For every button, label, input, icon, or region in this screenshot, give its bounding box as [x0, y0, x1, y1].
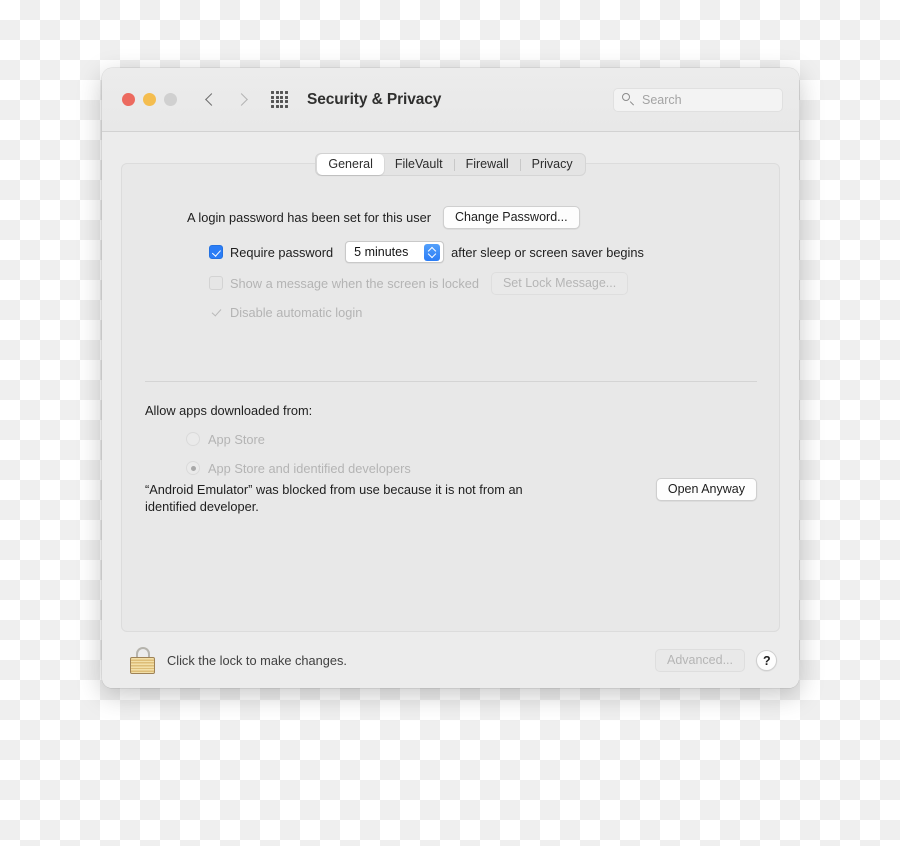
- require-password-delay-value: 5 minutes: [354, 245, 409, 259]
- search-icon: [622, 93, 635, 106]
- page-title: Security & Privacy: [307, 90, 442, 108]
- show-lock-message-checkbox: [209, 276, 223, 290]
- tab-privacy[interactable]: Privacy: [521, 154, 584, 175]
- require-password-checkbox[interactable]: [209, 245, 223, 259]
- tab-bar: General FileVault Firewall Privacy: [102, 153, 799, 176]
- tab-filevault[interactable]: FileVault: [384, 154, 454, 175]
- app-store-identified-developers-label: App Store and identified developers: [208, 460, 411, 476]
- login-password-row: A login password has been set for this u…: [187, 204, 755, 230]
- app-store-radio: [186, 432, 200, 446]
- padlock-body: [130, 656, 155, 674]
- lock-message-row: Show a message when the screen is locked…: [209, 271, 755, 295]
- search-placeholder: Search: [642, 92, 682, 107]
- padlock-icon[interactable]: [130, 646, 155, 674]
- help-button[interactable]: ?: [756, 649, 777, 671]
- forward-chevron-icon[interactable]: [235, 93, 249, 107]
- close-button[interactable]: [122, 93, 135, 106]
- app-store-label: App Store: [208, 431, 265, 447]
- advanced-button: Advanced...: [654, 648, 745, 672]
- stepper-chevrons-icon[interactable]: [424, 243, 441, 261]
- open-anyway-button[interactable]: Open Anyway: [655, 478, 757, 501]
- disable-auto-login-checkbox: [209, 305, 223, 319]
- window-body: General FileVault Firewall Privacy A log…: [102, 132, 799, 688]
- show-all-grid-icon[interactable]: [271, 91, 288, 108]
- search-field[interactable]: Search: [613, 87, 783, 112]
- general-settings-panel: A login password has been set for this u…: [121, 163, 780, 632]
- disable-auto-login-label: Disable automatic login: [230, 304, 363, 320]
- blocked-app-message: “Android Emulator” was blocked from use …: [145, 482, 523, 514]
- allow-apps-option-app-store: App Store: [186, 428, 757, 450]
- traffic-light-buttons: [122, 93, 177, 106]
- tab-firewall[interactable]: Firewall: [455, 154, 520, 175]
- section-divider: [145, 381, 757, 382]
- navigation-arrows: [204, 93, 249, 107]
- show-lock-message-label: Show a message when the screen is locked: [230, 275, 479, 291]
- tab-general[interactable]: General: [317, 154, 384, 175]
- require-password-row: Require password 5 minutes after sleep o…: [209, 240, 755, 264]
- zoom-button[interactable]: [164, 93, 177, 106]
- require-password-label: Require password: [230, 244, 334, 260]
- minimize-button[interactable]: [143, 93, 156, 106]
- change-password-button[interactable]: Change Password...: [443, 205, 580, 229]
- require-password-suffix: after sleep or screen saver begins: [451, 244, 644, 260]
- window-footer: Click the lock to make changes. Advanced…: [121, 632, 780, 688]
- security-privacy-window: Security & Privacy Search General FileVa…: [102, 68, 799, 688]
- disable-auto-login-row: Disable automatic login: [209, 302, 755, 322]
- lock-caption: Click the lock to make changes.: [167, 652, 347, 668]
- allow-apps-option-identified-developers: App Store and identified developers: [186, 457, 757, 479]
- back-chevron-icon[interactable]: [204, 93, 218, 107]
- login-password-status: A login password has been set for this u…: [187, 209, 431, 225]
- app-store-identified-developers-radio: [186, 461, 200, 475]
- set-lock-message-button: Set Lock Message...: [490, 271, 629, 295]
- footer-actions: Advanced... ?: [654, 648, 780, 672]
- allow-apps-title: Allow apps downloaded from:: [145, 403, 313, 418]
- window-titlebar: Security & Privacy Search: [102, 68, 799, 132]
- require-password-delay-popup[interactable]: 5 minutes: [345, 241, 445, 263]
- allow-apps-section: Allow apps downloaded from: App Store Ap…: [145, 403, 757, 479]
- blocked-app-notice: “Android Emulator” was blocked from use …: [145, 478, 757, 515]
